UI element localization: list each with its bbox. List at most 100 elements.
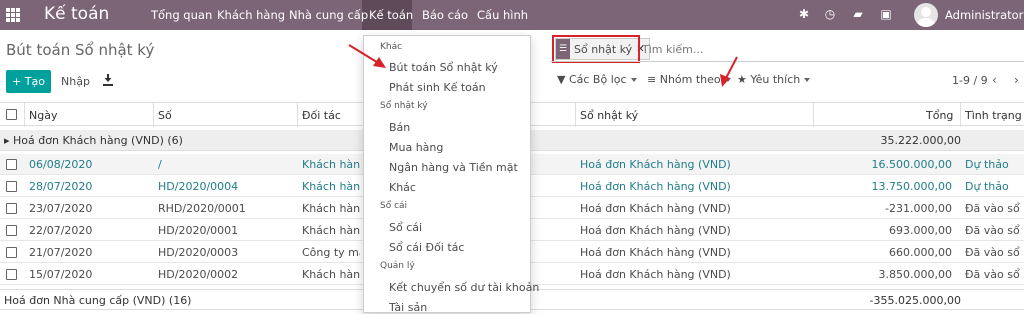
row-checkbox[interactable] (6, 247, 17, 258)
row-status: Đã vào sổ (965, 268, 1020, 281)
column-divider (24, 103, 25, 127)
groupby-label: Nhóm theo (659, 73, 721, 86)
column-header-status[interactable]: Tình trạng (965, 109, 1022, 122)
dropdown-section-header: Quản lý (380, 261, 415, 271)
row-journal: Hoá đơn Khách hàng (VND) (580, 180, 731, 193)
group-total: 35.222.000,00 (880, 134, 961, 147)
column-header-journal[interactable]: Sổ nhật ký (580, 109, 638, 122)
dropdown-item-assets[interactable]: Tài sản (389, 301, 427, 314)
pager-value[interactable]: 1-9 / 9 (952, 74, 988, 87)
column-header-date[interactable]: Ngày (29, 109, 57, 122)
dropdown-item-balance-transfer[interactable]: Kết chuyển số dư tài khoản (389, 281, 539, 294)
row-total: 13.750.000,00 (871, 180, 952, 193)
create-button[interactable]: + Tạo (6, 70, 51, 93)
search-underline (550, 61, 1024, 62)
row-total: 660.000,00 (889, 246, 952, 259)
row-date: 21/07/2020 (29, 246, 93, 259)
row-partner: Khách hàng (302, 158, 360, 171)
dropdown-item-purchases[interactable]: Mua hàng (389, 141, 443, 154)
row-status: Đã vào sổ (965, 202, 1020, 215)
dropdown-item-journal-items[interactable]: Phát sinh Kế toán (389, 81, 486, 94)
row-journal: Hoá đơn Khách hàng (VND) (580, 268, 731, 281)
pager-next-icon[interactable]: › (1014, 73, 1019, 87)
app-title: Kế toán (44, 4, 110, 24)
column-divider (575, 103, 576, 127)
dropdown-section-header: Sổ nhật ký (380, 101, 428, 111)
row-journal: Hoá đơn Khách hàng (VND) (580, 246, 731, 259)
column-header-partner[interactable]: Đối tác (302, 109, 341, 122)
row-partner: Công ty mẫu (302, 246, 360, 259)
row-checkbox[interactable] (6, 225, 17, 236)
dropdown-item-partner-ledger[interactable]: Sổ cái Đối tác (389, 241, 464, 254)
row-status: Đã vào sổ (965, 224, 1020, 237)
dropdown-item-bank-cash[interactable]: Ngân hàng và Tiền mặt (389, 161, 518, 174)
column-header-number[interactable]: Số (158, 109, 172, 122)
row-number: HD/2020/0003 (158, 246, 239, 259)
row-date: 23/07/2020 (29, 202, 93, 215)
row-checkbox[interactable] (6, 159, 17, 170)
search-input[interactable] (642, 40, 1012, 58)
select-all-checkbox[interactable] (6, 109, 17, 120)
apps-grid-icon[interactable] (6, 8, 20, 22)
column-divider (960, 103, 961, 127)
user-name[interactable]: Administrator (m (945, 8, 1024, 22)
dropdown-section-header: Sổ cái (380, 201, 408, 211)
dropdown-item-general-ledger[interactable]: Sổ cái (389, 221, 422, 234)
group-label: Hoá đơn Nhà cung cấp (VND) (16) (4, 294, 192, 307)
dropdown-item-misc[interactable]: Khác (389, 181, 416, 194)
menu-item-vendors[interactable]: Nhà cung cấp (289, 8, 368, 22)
menu-item-overview[interactable]: Tổng quan (151, 8, 212, 22)
row-total: -231.000,00 (885, 202, 952, 215)
menu-item-configuration[interactable]: Cấu hình (477, 8, 528, 22)
menu-item-customers[interactable]: Khách hàng (217, 8, 285, 22)
row-date: 06/08/2020 (29, 158, 93, 171)
row-partner: Khách hàng (302, 224, 360, 237)
star-icon: ★ (737, 73, 747, 86)
groupby-button[interactable]: ≡ Nhóm theo (647, 73, 731, 86)
column-header-total[interactable]: Tổng (926, 109, 953, 122)
filters-button[interactable]: ▼ Các Bộ lọc (557, 73, 637, 86)
row-status: Dự thảo (965, 158, 1009, 171)
dropdown-item-sales[interactable]: Bán (389, 121, 410, 134)
clock-icon[interactable]: ◷ (823, 7, 837, 21)
row-date: 28/07/2020 (29, 180, 93, 193)
row-number: RHD/2020/0001 (158, 202, 246, 215)
row-journal: Hoá đơn Khách hàng (VND) (580, 202, 731, 215)
pager-prev-icon[interactable]: ‹ (992, 73, 997, 87)
row-checkbox[interactable] (6, 269, 17, 280)
download-icon[interactable] (102, 73, 114, 87)
page-title: Bút toán Sổ nhật ký (6, 41, 155, 59)
column-divider (813, 103, 814, 127)
column-divider (297, 103, 298, 127)
row-journal: Hoá đơn Khách hàng (VND) (580, 158, 731, 171)
menu-item-accounting[interactable]: Kế toán (369, 8, 413, 22)
groupby-icon: ≡ (647, 73, 657, 86)
import-button[interactable]: Nhập (61, 75, 90, 88)
row-total: 3.850.000,00 (878, 268, 952, 281)
chat-icon[interactable]: ▰ (851, 7, 865, 21)
row-number: HD/2020/0001 (158, 224, 239, 237)
avatar[interactable] (914, 3, 938, 27)
row-journal: Hoá đơn Khách hàng (VND) (580, 224, 731, 237)
row-status: Đã vào sổ (965, 246, 1020, 259)
bug-icon[interactable]: ✱ (797, 7, 811, 21)
row-checkbox[interactable] (6, 181, 17, 192)
row-date: 15/07/2020 (29, 268, 93, 281)
row-status: Dự thảo (965, 180, 1009, 193)
dropdown-item-journal-entries[interactable]: Bút toán Sổ nhật ký (389, 61, 498, 74)
gift-icon[interactable]: ▣ (879, 7, 893, 21)
row-number: / (158, 158, 162, 171)
column-divider (153, 103, 154, 127)
favorites-button[interactable]: ★ Yêu thích (737, 73, 811, 86)
top-navbar: Kế toán Tổng quan Khách hàng Nhà cung cấ… (0, 0, 1024, 30)
row-partner: Khách hàng (302, 202, 360, 215)
row-partner: Khách hàng (302, 180, 360, 193)
row-total: 693.000,00 (889, 224, 952, 237)
dropdown-section-header: Khác (380, 42, 403, 52)
filter-icon: ▼ (557, 73, 566, 86)
row-number: HD/2020/0004 (158, 180, 239, 193)
row-checkbox[interactable] (6, 203, 17, 214)
menu-item-reports[interactable]: Báo cáo (422, 8, 468, 22)
filters-label: Các Bộ lọc (568, 73, 627, 86)
row-partner: Khách hàng 2 (302, 268, 360, 281)
